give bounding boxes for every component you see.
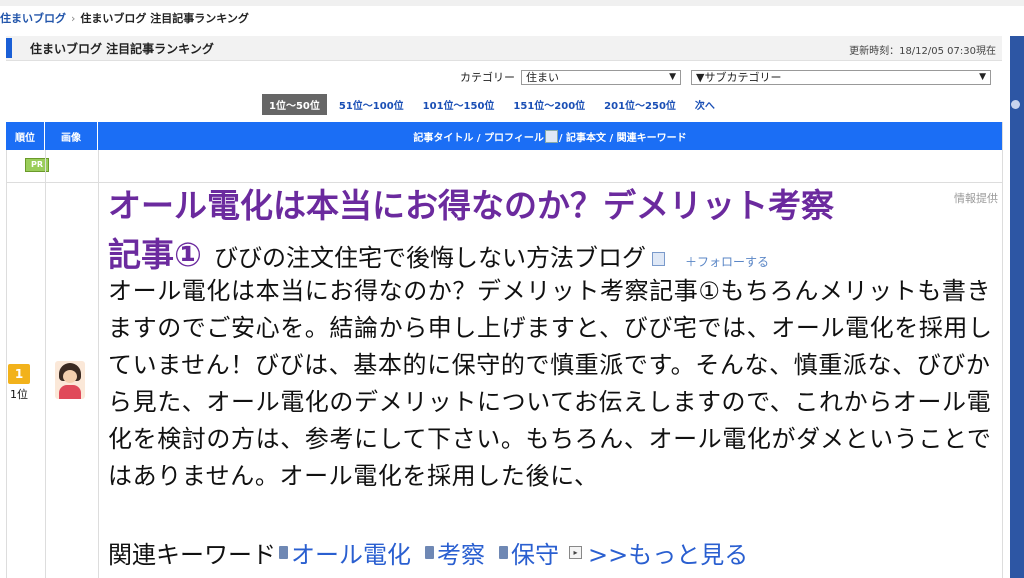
- header-rank: 順位: [6, 122, 45, 150]
- breadcrumb-root-link[interactable]: 住まいブログ: [0, 12, 66, 25]
- ranking-title-bar: 住まいブログ 注目記事ランキング 更新時刻：18/12/05 07:30現在: [6, 36, 1002, 61]
- tag-icon: [499, 545, 508, 559]
- keywords-label: 関連キーワード: [108, 540, 276, 569]
- header-title-part-b: / 記事本文 / 関連キーワード: [558, 132, 687, 144]
- article-title-link[interactable]: オール電化は本当にお得なのか？デメリット考察: [108, 186, 948, 226]
- category-select[interactable]: 住まい ▼: [521, 69, 681, 85]
- article-excerpt: オール電化は本当にお得なのか？デメリット考察記事①もちろんメリットも書きますので…: [108, 277, 993, 490]
- pager-item-51-100[interactable]: 51位～100位: [332, 94, 411, 115]
- chevron-down-icon: ▼: [979, 72, 986, 82]
- follow-button[interactable]: ＋フォローする: [685, 253, 769, 270]
- more-link[interactable]: >>もっと見る: [588, 535, 748, 570]
- tag-icon: [425, 545, 434, 559]
- header-title: 記事タイトル / プロフィール / 記事本文 / 関連キーワード: [98, 122, 1002, 150]
- subcategory-select-value: ▼サブカテゴリー: [696, 71, 782, 84]
- pr-row: PR: [6, 150, 1003, 183]
- pager-item-151-200[interactable]: 151位～200位: [506, 94, 592, 115]
- page-title: 住まいブログ 注目記事ランキング: [30, 42, 214, 56]
- scroll-dot-icon[interactable]: [1011, 100, 1020, 109]
- breadcrumb: 住まいブログ › 住まいブログ 注目記事ランキング: [0, 10, 249, 26]
- category-label: カテゴリー: [460, 71, 515, 84]
- category-select-value: 住まい: [526, 71, 559, 84]
- avatar[interactable]: [55, 361, 85, 399]
- profile-icon[interactable]: [651, 252, 665, 266]
- keyword-link[interactable]: オール電化: [291, 535, 411, 570]
- pager-next-link[interactable]: 次へ: [688, 94, 722, 115]
- rank-label: 1位: [10, 388, 28, 401]
- blog-line: 記事① びびの注文住宅で後悔しない方法ブログ ＋フォローする: [108, 228, 769, 274]
- avatar-body: [59, 385, 81, 399]
- pager-item-101-150[interactable]: 101位～150位: [416, 94, 502, 115]
- updated-timestamp: 更新時刻：18/12/05 07:30現在: [849, 46, 996, 57]
- profile-icon: [544, 129, 558, 143]
- header-title-part-a: 記事タイトル / プロフィール: [413, 132, 544, 144]
- table-header: 順位 画像 記事タイトル / プロフィール / 記事本文 / 関連キーワード: [6, 122, 1002, 150]
- keyword-link[interactable]: 保守: [511, 535, 559, 570]
- avatar-face: [63, 370, 77, 383]
- filter-bar: カテゴリー 住まい ▼ ▼サブカテゴリー ▼: [460, 68, 991, 86]
- breadcrumb-current: 住まいブログ 注目記事ランキング: [80, 12, 249, 25]
- crown-icon: 1: [8, 364, 30, 384]
- header-image: 画像: [45, 122, 98, 150]
- pager-item-1-50[interactable]: 1位～50位: [262, 93, 327, 115]
- blog-name-link[interactable]: びびの注文住宅で後悔しない方法ブログ: [214, 238, 646, 273]
- keyword-link[interactable]: 考察: [437, 535, 485, 570]
- chevron-down-icon: ▼: [669, 72, 676, 82]
- keywords-line: 関連キーワード オール電化 考察 保守 ▸ >>もっと見る: [108, 534, 748, 570]
- info-provided-label: 情報提供: [954, 192, 998, 205]
- pager-item-201-250[interactable]: 201位～250位: [597, 94, 683, 115]
- arrow-right-icon: ▸: [569, 545, 582, 559]
- article-title-continuation[interactable]: 記事①: [108, 228, 202, 276]
- rank-pager: 1位～50位 51位～100位 101位～150位 151位～200位 201位…: [262, 93, 727, 115]
- right-side-strip: [1010, 36, 1024, 578]
- follow-label: フォローする: [696, 255, 769, 269]
- browser-top-strip: [0, 0, 1024, 6]
- title-accent-bar: [6, 38, 12, 58]
- subcategory-select[interactable]: ▼サブカテゴリー ▼: [691, 69, 991, 85]
- breadcrumb-separator: ›: [71, 12, 76, 25]
- tag-icon: [279, 545, 288, 559]
